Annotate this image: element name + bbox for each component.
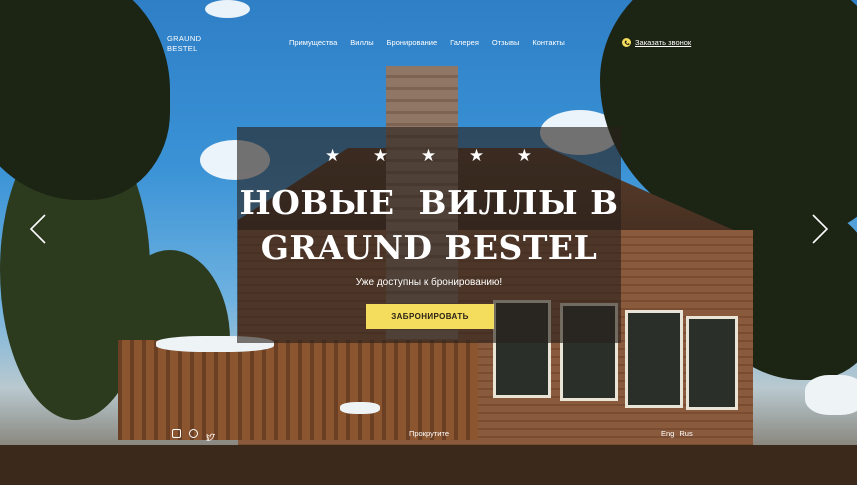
chevron-left-icon — [29, 214, 46, 244]
lang-eng[interactable]: Eng — [661, 429, 674, 438]
book-button[interactable]: ЗАБРОНИРОВАТЬ — [366, 304, 494, 329]
callback-label: Заказать звонок — [635, 38, 692, 47]
nav-item-contacts[interactable]: Контакты — [532, 38, 564, 47]
pinterest-icon[interactable] — [189, 429, 198, 438]
hero-title: НОВЫЕ ВИЛЛЫ В GRAUND BESTEL — [237, 180, 621, 270]
phone-icon — [622, 38, 631, 47]
language-switcher: Eng Rus — [661, 429, 693, 438]
nav-item-booking[interactable]: Бронирование — [387, 38, 438, 47]
brand-logo-line1: GRAUND — [167, 34, 202, 43]
nav-item-advantages[interactable]: Примущества — [289, 38, 337, 47]
scroll-hint[interactable]: Прокрутите — [409, 429, 449, 438]
hero-title-line1: НОВЫЕ ВИЛЛЫ В — [239, 183, 619, 222]
callback-link[interactable]: Заказать звонок — [622, 38, 691, 47]
slider-prev-button[interactable] — [27, 213, 49, 245]
brand-logo[interactable]: GRAUND BESTEL — [167, 34, 201, 53]
social-links — [172, 429, 216, 441]
instagram-icon[interactable] — [172, 429, 181, 438]
twitter-icon[interactable] — [205, 429, 216, 441]
main-nav: Примущества Виллы Бронирование Галерея О… — [289, 38, 578, 47]
rating-stars: ★ ★ ★ ★ ★ — [324, 146, 547, 165]
chevron-right-icon — [812, 214, 829, 244]
slider-next-button[interactable] — [809, 213, 831, 245]
nav-item-gallery[interactable]: Галерея — [450, 38, 479, 47]
hero-subtitle: Уже доступны к бронированию! — [355, 277, 503, 288]
hero-title-line2: GRAUND BESTEL — [260, 228, 598, 267]
lang-rus[interactable]: Rus — [679, 429, 692, 438]
nav-item-reviews[interactable]: Отзывы — [492, 38, 519, 47]
nav-item-villas[interactable]: Виллы — [350, 38, 373, 47]
brand-logo-line2: BESTEL — [167, 43, 198, 53]
